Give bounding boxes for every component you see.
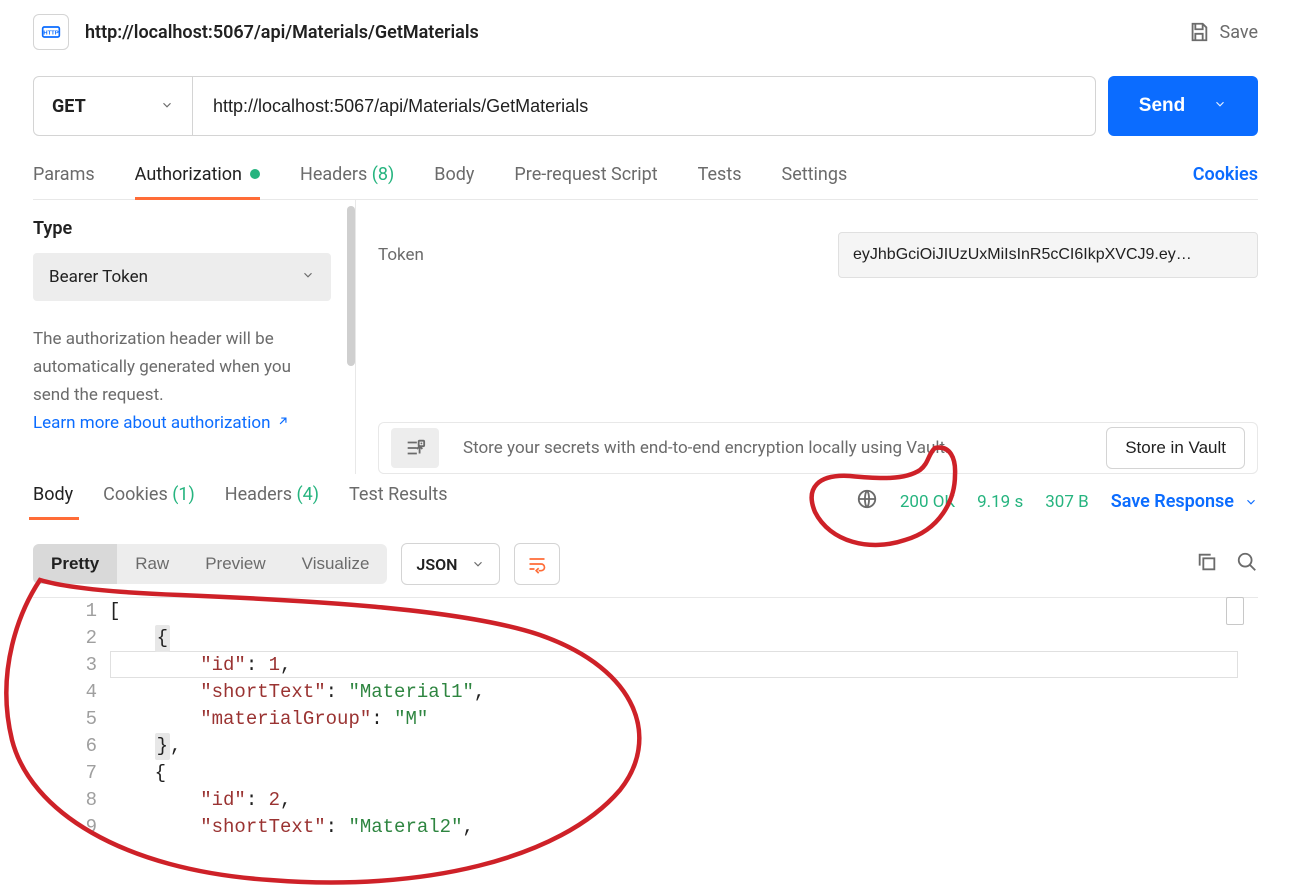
- status-size: 307 B: [1045, 492, 1088, 512]
- resp-tab-body[interactable]: Body: [33, 484, 73, 519]
- globe-icon[interactable]: [856, 488, 878, 515]
- wrap-icon: [526, 554, 548, 574]
- code-line: 1[: [33, 598, 1258, 625]
- send-label: Send: [1139, 95, 1185, 117]
- resp-tab-cookies-label: Cookies: [103, 484, 168, 505]
- chevron-down-icon: [471, 557, 485, 571]
- external-link-icon: [276, 413, 290, 433]
- format-value: JSON: [416, 555, 457, 574]
- view-raw[interactable]: Raw: [117, 544, 187, 584]
- auth-help-link-label: Learn more about authorization: [33, 413, 270, 433]
- save-label: Save: [1220, 22, 1259, 43]
- code-line: 5 "materialGroup": "M": [33, 706, 1258, 733]
- save-response-button[interactable]: Save Response: [1111, 491, 1258, 512]
- chevron-down-icon: [1213, 95, 1227, 117]
- search-icon[interactable]: [1236, 551, 1258, 577]
- tab-authorization[interactable]: Authorization: [135, 164, 260, 199]
- http-method-icon: HTTP: [33, 14, 69, 50]
- vault-icon: [391, 428, 439, 468]
- method-value: GET: [52, 96, 86, 117]
- save-icon: [1188, 21, 1210, 43]
- view-mode-segment: Pretty Raw Preview Visualize: [33, 544, 387, 584]
- chevron-down-icon: [1244, 495, 1258, 509]
- auth-help-link[interactable]: Learn more about authorization: [33, 413, 331, 433]
- active-indicator-dot: [250, 169, 260, 179]
- auth-type-select[interactable]: Bearer Token: [33, 253, 331, 301]
- request-title: http://localhost:5067/api/Materials/GetM…: [85, 22, 1172, 43]
- resp-tab-testresults[interactable]: Test Results: [349, 484, 447, 519]
- store-vault-button[interactable]: Store in Vault: [1106, 427, 1245, 469]
- tab-headers[interactable]: Headers (8): [300, 164, 394, 199]
- status-code: 200 OK: [900, 492, 955, 512]
- resp-tab-cookies[interactable]: Cookies (1): [103, 484, 195, 519]
- tab-tests[interactable]: Tests: [698, 164, 742, 199]
- response-body-viewer[interactable]: 1[2 {3 "id": 1,4 "shortText": "Material1…: [33, 597, 1258, 841]
- status-time: 9.19 s: [977, 492, 1023, 512]
- tab-body[interactable]: Body: [434, 164, 474, 199]
- code-line: 6 },: [33, 733, 1258, 760]
- copy-icon[interactable]: [1196, 551, 1218, 577]
- token-label: Token: [378, 245, 518, 265]
- send-button[interactable]: Send: [1108, 76, 1258, 136]
- method-select[interactable]: GET: [33, 76, 193, 136]
- tab-prerequest[interactable]: Pre-request Script: [514, 164, 657, 199]
- chevron-down-icon: [160, 96, 174, 117]
- code-line: 4 "shortText": "Material1",: [33, 679, 1258, 706]
- headers-count: (8): [372, 164, 395, 185]
- resp-tab-headers-label: Headers: [225, 484, 292, 505]
- chevron-down-icon: [301, 267, 315, 287]
- vault-message: Store your secrets with end-to-end encry…: [463, 438, 1082, 458]
- url-input[interactable]: [193, 76, 1096, 136]
- resp-tab-headers[interactable]: Headers (4): [225, 484, 319, 519]
- view-preview[interactable]: Preview: [187, 544, 283, 584]
- auth-type-label: Type: [33, 218, 331, 239]
- tab-headers-label: Headers: [300, 164, 367, 185]
- resp-cookies-count: (1): [172, 484, 195, 505]
- tab-settings[interactable]: Settings: [782, 164, 848, 199]
- cookies-link[interactable]: Cookies: [1193, 164, 1258, 199]
- code-line: 2 {: [33, 625, 1258, 652]
- wrap-toggle[interactable]: [514, 543, 560, 585]
- format-select[interactable]: JSON: [401, 543, 500, 585]
- auth-type-value: Bearer Token: [49, 267, 148, 287]
- auth-help-text: The authorization header will be automat…: [33, 325, 331, 409]
- view-pretty[interactable]: Pretty: [33, 544, 117, 584]
- code-line: 7 {: [33, 760, 1258, 787]
- save-button[interactable]: Save: [1188, 21, 1259, 43]
- save-response-label: Save Response: [1111, 491, 1234, 512]
- view-visualize[interactable]: Visualize: [284, 544, 388, 584]
- token-input[interactable]: [838, 232, 1258, 278]
- svg-text:HTTP: HTTP: [43, 31, 58, 37]
- code-line: 9 "shortText": "Materal2",: [33, 814, 1258, 841]
- resp-headers-count: (4): [297, 484, 320, 505]
- code-line: 8 "id": 2,: [33, 787, 1258, 814]
- tab-params[interactable]: Params: [33, 164, 95, 199]
- tab-authorization-label: Authorization: [135, 164, 242, 185]
- code-line: 3 "id": 1,: [33, 652, 1258, 679]
